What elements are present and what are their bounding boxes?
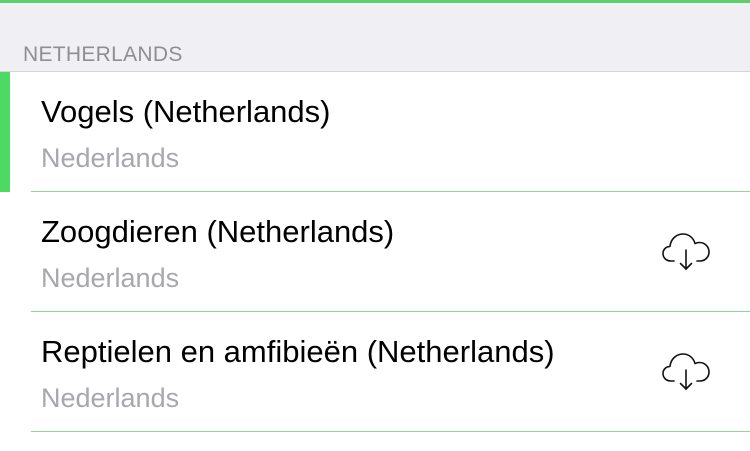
list-item-title: Reptielen en amfibieën (Netherlands) — [41, 334, 555, 369]
download-button[interactable] — [660, 348, 712, 394]
section-header: NETHERLANDS — [0, 3, 750, 72]
list-item-title: Vogels (Netherlands) — [41, 94, 331, 129]
selected-indicator — [0, 72, 10, 192]
list-item-zoogdieren[interactable]: Zoogdieren (Netherlands) Nederlands — [0, 192, 750, 312]
cloud-download-icon — [660, 348, 712, 394]
list-item-reptielen[interactable]: Reptielen en amfibieën (Netherlands) Ned… — [0, 312, 750, 432]
section-title: NETHERLANDS — [23, 43, 183, 66]
row-separator — [31, 431, 750, 432]
list-item-vogels[interactable]: Vogels (Netherlands) Nederlands — [0, 72, 750, 192]
cloud-download-icon — [660, 228, 712, 274]
guide-list: Vogels (Netherlands) Nederlands Zoogdier… — [0, 72, 750, 432]
list-item-subtitle: Nederlands — [41, 383, 180, 413]
list-item-title: Zoogdieren (Netherlands) — [41, 214, 395, 249]
screen: NETHERLANDS Vogels (Netherlands) Nederla… — [0, 0, 750, 451]
list-item-subtitle: Nederlands — [41, 263, 180, 293]
download-button[interactable] — [660, 228, 712, 274]
list-item-subtitle: Nederlands — [41, 143, 180, 173]
